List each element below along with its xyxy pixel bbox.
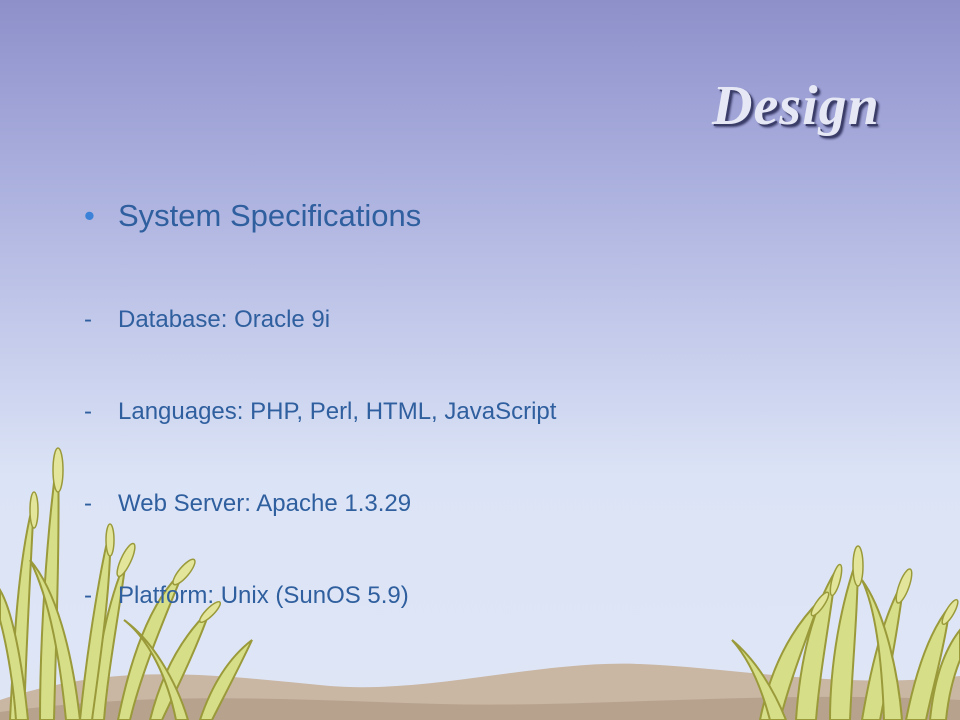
dash-marker: - bbox=[84, 398, 92, 425]
grass-heads-right bbox=[810, 545, 959, 626]
sub-item-text: Database: Oracle 9i bbox=[118, 306, 331, 333]
grass-clump-right bbox=[731, 555, 960, 720]
sub-item-text: Web Server: Apache 1.3.29 bbox=[118, 490, 412, 517]
sub-item-text: Languages: PHP, Perl, HTML, JavaScript bbox=[118, 398, 557, 425]
sub-item-platform: - Platform: Unix (SunOS 5.9) bbox=[84, 580, 409, 612]
bullet-marker: • bbox=[84, 198, 95, 233]
bullet-system-specifications: • System Specifications bbox=[84, 196, 421, 236]
sub-item-text: Platform: Unix (SunOS 5.9) bbox=[118, 582, 409, 609]
slide-title: Design bbox=[712, 75, 880, 137]
dash-marker: - bbox=[84, 306, 92, 333]
bullet-text: System Specifications bbox=[118, 198, 422, 233]
sub-item-database: - Database: Oracle 9i bbox=[84, 304, 330, 336]
dash-marker: - bbox=[84, 490, 92, 517]
sub-item-web-server: - Web Server: Apache 1.3.29 bbox=[84, 488, 411, 520]
sub-item-languages: - Languages: PHP, Perl, HTML, JavaScript bbox=[84, 396, 556, 428]
dash-marker: - bbox=[84, 582, 92, 609]
slide: Design • System Specifications - Database:… bbox=[0, 0, 960, 720]
